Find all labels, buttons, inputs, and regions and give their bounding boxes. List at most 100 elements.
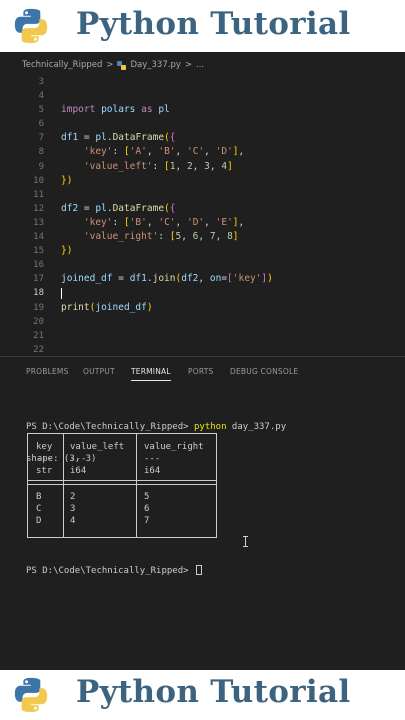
code-line[interactable]: 15}) xyxy=(0,244,405,258)
panel-divider xyxy=(0,356,405,357)
terminal-final-line[interactable]: PS D:\Code\Technically_Ripped> xyxy=(26,545,202,597)
banner-title: Python Tutorial xyxy=(76,674,351,710)
table-cell: D xyxy=(36,516,42,526)
table-cell: 2 xyxy=(70,492,76,502)
breadcrumb-separator: > xyxy=(184,60,192,70)
line-number: 10 xyxy=(33,175,44,186)
table-header-cell: value_right xyxy=(144,442,204,452)
code-text: 'value_left': [1, 2, 3, 4] xyxy=(83,160,233,172)
table-dtype-cell: str xyxy=(36,466,53,476)
table-cell: 4 xyxy=(70,516,76,526)
active-tab-indicator xyxy=(131,380,171,381)
text-caret xyxy=(61,288,62,300)
text-cursor-ibeam-icon xyxy=(243,536,248,547)
line-number: 21 xyxy=(33,330,44,341)
code-line[interactable]: 8 'key': ['A', 'B', 'C', 'D'], xyxy=(0,145,405,159)
python-file-icon xyxy=(117,60,127,70)
line-number: 15 xyxy=(33,246,44,257)
tab-ports[interactable]: PORTS xyxy=(188,367,213,376)
code-text: print(joined_df) xyxy=(61,301,153,313)
breadcrumb-more[interactable]: ... xyxy=(196,60,204,70)
code-line[interactable]: 11 xyxy=(0,188,405,202)
table-divider xyxy=(136,434,137,537)
code-line[interactable]: 17 joined_df = df1.join(df2, on=['key']) xyxy=(0,272,405,286)
line-number: 4 xyxy=(38,91,44,102)
code-line[interactable]: 4 xyxy=(0,89,405,103)
table-cell: 7 xyxy=(144,516,150,526)
line-number: 17 xyxy=(33,274,44,285)
code-line[interactable]: 19 print(joined_df) xyxy=(0,301,405,315)
vscode-editor: Technically_Ripped > Day_337.py > ... 3 4… xyxy=(0,52,405,670)
dataframe-table: key value_left value_right --- --- --- str i64 i… xyxy=(27,433,217,538)
terminal-command: python xyxy=(193,422,227,432)
line-number: 16 xyxy=(33,260,44,271)
code-line[interactable]: 7 df1 = pl.DataFrame({ xyxy=(0,131,405,145)
banner-title: Python Tutorial xyxy=(76,6,351,42)
line-number: 18 xyxy=(33,288,44,299)
code-line[interactable]: 14 'value_right': [5, 6, 7, 8] xyxy=(0,230,405,244)
line-number: 14 xyxy=(33,232,44,243)
breadcrumb-separator: > xyxy=(106,60,114,70)
breadcrumb: Technically_Ripped > Day_337.py > ... xyxy=(22,60,204,70)
line-number: 12 xyxy=(33,203,44,214)
code-text: }) xyxy=(61,174,73,186)
terminal-cursor xyxy=(195,565,202,575)
tab-debug-console[interactable]: DEBUG CONSOLE xyxy=(230,367,298,376)
table-header-dashes: --- xyxy=(36,454,53,464)
line-number: 8 xyxy=(38,147,44,158)
code-text: joined_df = df1.join(df2, on=['key']) xyxy=(61,273,273,285)
code-line[interactable]: 12 df2 = pl.DataFrame({ xyxy=(0,202,405,216)
tab-terminal[interactable]: TERMINAL xyxy=(131,367,171,376)
table-cell: 6 xyxy=(144,504,150,514)
code-line[interactable]: 20 xyxy=(0,315,405,329)
line-number: 22 xyxy=(33,344,44,355)
code-text: import polars as pl xyxy=(61,104,170,116)
breadcrumb-file[interactable]: Day_337.py xyxy=(130,60,180,70)
code-line[interactable]: 6 xyxy=(0,117,405,131)
line-number: 5 xyxy=(38,105,44,116)
table-header-cell: key xyxy=(36,442,53,452)
code-line[interactable]: 22 xyxy=(0,343,405,357)
code-text: df2 = pl.DataFrame({ xyxy=(61,202,176,214)
table-header-rule xyxy=(28,480,216,481)
table-header-rule xyxy=(28,484,216,485)
code-text: 'key': ['B', 'C', 'D', 'E'], xyxy=(83,216,245,228)
terminal-command-line: PS D:\Code\Technically_Ripped> python da… xyxy=(26,421,286,433)
breadcrumb-folder[interactable]: Technically_Ripped xyxy=(22,60,102,70)
top-banner: Python Tutorial xyxy=(0,0,405,52)
line-number: 19 xyxy=(33,302,44,313)
table-header-dashes: --- xyxy=(70,454,87,464)
code-line[interactable]: 9 'value_left': [1, 2, 3, 4] xyxy=(0,160,405,174)
line-number: 9 xyxy=(38,161,44,172)
table-cell: 5 xyxy=(144,492,150,502)
python-logo-icon xyxy=(14,677,48,713)
code-line[interactable]: 10}) xyxy=(0,174,405,188)
table-cell: B xyxy=(36,492,42,502)
terminal-prompt: PS D:\Code\Technically_Ripped> xyxy=(26,566,189,576)
code-text: 'value_right': [5, 6, 7, 8] xyxy=(83,231,239,243)
line-number: 7 xyxy=(38,133,44,144)
tab-problems[interactable]: PROBLEMS xyxy=(26,367,69,376)
tab-output[interactable]: OUTPUT xyxy=(83,367,115,376)
line-number: 3 xyxy=(38,77,44,87)
code-line[interactable]: 3 xyxy=(0,75,405,89)
terminal-prompt: PS D:\Code\Technically_Ripped> xyxy=(26,422,189,432)
code-line[interactable]: 21 xyxy=(0,329,405,343)
python-logo-icon xyxy=(14,8,48,44)
table-header-dashes: --- xyxy=(144,454,161,464)
bottom-banner: Python Tutorial xyxy=(0,670,405,720)
table-divider xyxy=(63,434,64,537)
code-line[interactable]: 16 xyxy=(0,258,405,272)
line-number: 6 xyxy=(38,119,44,130)
line-number: 13 xyxy=(33,217,44,228)
table-cell: C xyxy=(36,504,42,514)
code-area[interactable]: 3 4 5 import polars as pl 6 7 df1 = pl.DataFra… xyxy=(0,75,405,357)
code-line[interactable]: 13 'key': ['B', 'C', 'D', 'E'], xyxy=(0,216,405,230)
code-line[interactable]: 5 import polars as pl xyxy=(0,103,405,117)
table-dtype-cell: i64 xyxy=(70,466,87,476)
line-number: 11 xyxy=(33,189,44,200)
terminal-command-arg: day_337.py xyxy=(231,422,287,432)
code-line[interactable]: 18 xyxy=(0,286,405,300)
line-number: 20 xyxy=(33,316,44,327)
table-dtype-cell: i64 xyxy=(144,466,161,476)
